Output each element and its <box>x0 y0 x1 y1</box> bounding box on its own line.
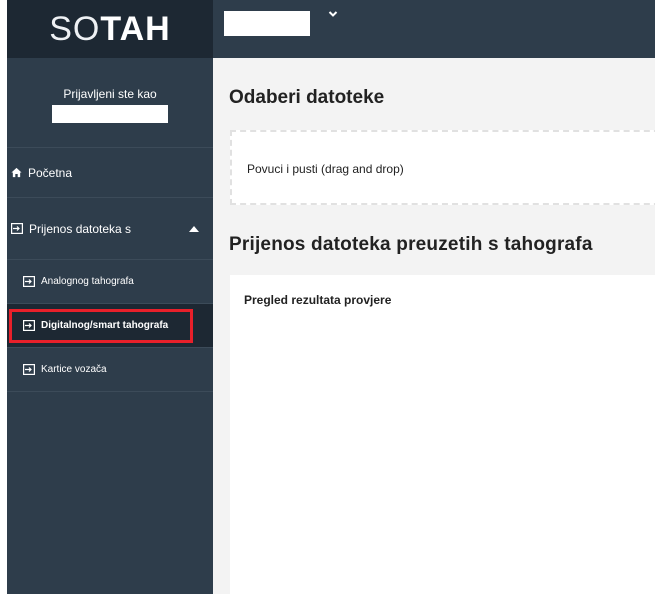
home-icon <box>11 167 22 178</box>
logo-part-tah: TAH <box>100 9 171 48</box>
top-select[interactable] <box>224 11 310 36</box>
nav-item-driver-cards[interactable]: Kartice vozača <box>7 348 213 392</box>
nav-home-label: Početna <box>28 165 73 180</box>
nav-item-analog-tachograph[interactable]: Analognog tahografa <box>7 260 213 304</box>
nav-item-label: Analognog tahografa <box>41 276 134 287</box>
results-panel-title: Pregled rezultata provjere <box>244 293 392 307</box>
section-title-select-files: Odaberi datoteke <box>229 87 385 108</box>
user-name <box>52 105 168 123</box>
user-label: Prijavljeni ste kao <box>63 87 157 101</box>
enter-icon <box>23 276 35 287</box>
nav-item-label: Kartice vozača <box>41 364 107 375</box>
chevron-down-icon[interactable] <box>327 9 339 19</box>
caret-up-icon[interactable] <box>189 226 199 232</box>
logo[interactable]: SO TAH <box>7 0 213 58</box>
drop-zone[interactable]: Povuci i pusti (drag and drop) <box>230 130 655 205</box>
enter-icon <box>11 223 23 234</box>
results-panel: Pregled rezultata provjere <box>230 275 655 605</box>
enter-icon <box>23 364 35 375</box>
nav-group-label: Prijenos datoteka s <box>29 221 132 236</box>
nav-home[interactable]: Početna <box>7 148 213 198</box>
main-content: Odaberi datoteke Povuci i pusti (drag an… <box>213 58 655 605</box>
nav-group-file-transfer[interactable]: Prijenos datoteka s <box>7 198 213 260</box>
user-info: Prijavljeni ste kao <box>7 58 213 148</box>
drop-zone-text: Povuci i pusti (drag and drop) <box>247 162 404 176</box>
section-title-file-transfer: Prijenos datoteka preuzetih s tahografa <box>229 234 593 255</box>
logo-part-so: SO <box>49 9 101 48</box>
sidebar: SO TAH Prijavljeni ste kao Početna Prijen… <box>7 0 213 594</box>
top-bar <box>213 0 655 58</box>
highlight-box <box>9 309 193 343</box>
